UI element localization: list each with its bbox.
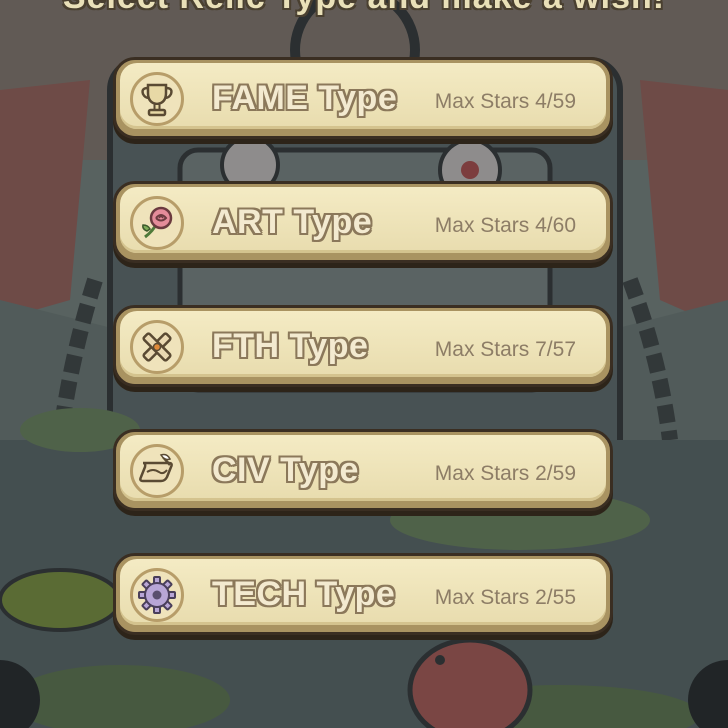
- relic-type-label: ART Type: [212, 203, 373, 241]
- max-stars-text: Max Stars 4/60: [434, 214, 576, 237]
- scroll-icon: [139, 453, 173, 483]
- icon-badge: [130, 568, 184, 622]
- icon-badge: [130, 444, 184, 498]
- card-face: FTH Type Max Stars 7/57: [120, 311, 606, 377]
- select-relic-prompt: Select Relic Type and make a wish!: [0, 0, 728, 17]
- icon-badge: [130, 72, 184, 126]
- max-stars-text: Max Stars 4/59: [434, 90, 576, 113]
- relic-type-fame-button[interactable]: FAME Type Max Stars 4/59: [113, 57, 613, 139]
- rose-icon: [142, 206, 173, 239]
- gear-icon: [138, 576, 176, 614]
- card-face: TECH Type Max Stars 2/55: [120, 559, 606, 625]
- icon-badge: [130, 320, 184, 374]
- relic-type-tech-button[interactable]: TECH Type Max Stars 2/55: [113, 553, 613, 635]
- trophy-icon: [141, 83, 173, 117]
- relic-type-fth-button[interactable]: FTH Type Max Stars 7/57: [113, 305, 613, 387]
- icon-badge: [130, 196, 184, 250]
- max-stars-text: Max Stars 2/55: [434, 586, 576, 609]
- relic-type-civ-button[interactable]: CIV Type Max Stars 2/59: [113, 429, 613, 511]
- card-face: FAME Type Max Stars 4/59: [120, 63, 606, 129]
- cross-icon: [142, 332, 172, 362]
- relic-type-label: CIV Type: [212, 451, 359, 489]
- relic-type-label: TECH Type: [212, 575, 396, 613]
- max-stars-text: Max Stars 7/57: [434, 338, 576, 361]
- relic-type-label: FAME Type: [212, 79, 398, 117]
- card-face: ART Type Max Stars 4/60: [120, 187, 606, 253]
- card-face: CIV Type Max Stars 2/59: [120, 435, 606, 501]
- relic-type-art-button[interactable]: ART Type Max Stars 4/60: [113, 181, 613, 263]
- relic-type-label: FTH Type: [212, 327, 369, 365]
- max-stars-text: Max Stars 2/59: [434, 462, 576, 485]
